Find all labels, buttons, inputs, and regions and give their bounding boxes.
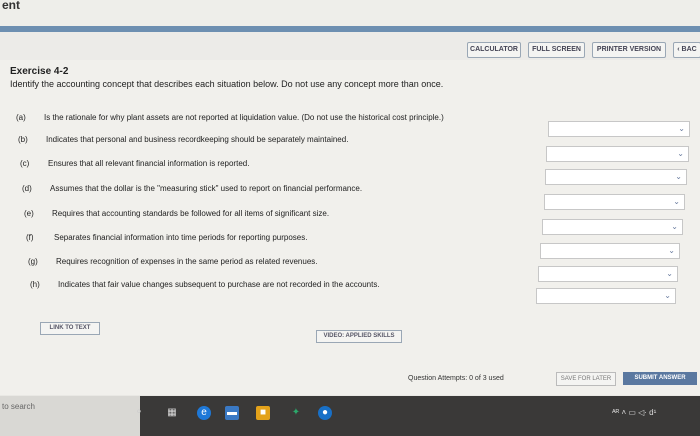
chevron-down-icon: ⌄ [675, 172, 682, 181]
file-explorer-icon[interactable]: ▬ [225, 406, 239, 420]
concept-select-f[interactable]: ⌄ [540, 243, 680, 259]
question-item-f: (f) Separates financial information into … [26, 233, 307, 242]
microphone-icon[interactable]: ⚬ [132, 406, 146, 420]
chevron-down-icon: ⌄ [673, 197, 680, 206]
item-letter: (f) [26, 233, 34, 242]
question-item-e: (e) Requires that accounting standards be… [24, 209, 329, 218]
question-item-b: (b) Indicates that personal and business … [18, 135, 348, 144]
question-item-h: (h) Indicates that fair value changes sub… [30, 280, 380, 289]
item-letter: (a) [16, 113, 26, 122]
item-letter: (b) [18, 135, 28, 144]
exercise-instruction: Identify the accounting concept that des… [10, 79, 444, 89]
window-title-fragment: ent [2, 0, 20, 12]
concept-select-d[interactable]: ⌄ [544, 194, 685, 210]
toolbar: CALCULATOR FULL SCREEN PRINTER VERSION ‹… [0, 32, 700, 61]
taskbar: to search ⚬ ▦ e ▬ ■ ✦ ● ᴬᴿ ˄ ▭ ◁· d¹ [0, 396, 700, 436]
chevron-down-icon: ⌄ [671, 222, 678, 231]
item-letter: (c) [20, 159, 30, 168]
system-tray[interactable]: ᴬᴿ ˄ ▭ ◁· d¹ [612, 408, 656, 417]
question-item-c: (c) Ensures that all relevant financial i… [20, 159, 249, 168]
concept-select-b[interactable]: ⌄ [546, 146, 689, 162]
chevron-down-icon: ⌄ [677, 149, 684, 158]
taskbar-search-box[interactable]: to search [0, 396, 140, 436]
taskbar-search-text: to search [2, 402, 35, 411]
chevron-down-icon: ⌄ [664, 291, 671, 300]
item-text: Separates financial information into tim… [54, 233, 308, 242]
link-to-text-button[interactable]: LINK TO TEXT [40, 322, 100, 335]
item-text: Indicates that fair value changes subseq… [58, 280, 380, 289]
back-button[interactable]: ‹ BAC [673, 42, 700, 58]
concept-select-c[interactable]: ⌄ [545, 169, 687, 185]
question-attempts: Question Attempts: 0 of 3 used [408, 375, 504, 382]
chrome-icon[interactable]: ● [318, 406, 332, 420]
item-text: Ensures that all relevant financial info… [48, 159, 250, 168]
chevron-down-icon: ⌄ [668, 246, 675, 255]
chevron-down-icon: ⌄ [666, 269, 673, 278]
question-item-g: (g) Requires recognition of expenses in t… [28, 257, 318, 266]
question-item-a: (a) Is the rationale for why plant assets… [16, 113, 444, 122]
concept-select-a[interactable]: ⌄ [548, 121, 690, 137]
printer-version-button[interactable]: PRINTER VERSION [592, 42, 666, 58]
exercise-title: Exercise 4-2 [10, 66, 69, 77]
task-view-icon[interactable]: ▦ [165, 406, 179, 420]
concept-select-e[interactable]: ⌄ [542, 219, 683, 235]
question-item-d: (d) Assumes that the dollar is the "measu… [22, 184, 362, 193]
save-for-later-button[interactable]: SAVE FOR LATER [556, 372, 616, 386]
edge-icon[interactable]: e [197, 406, 211, 420]
video-applied-skills-button[interactable]: VIDEO: APPLIED SKILLS [316, 330, 402, 343]
item-letter: (e) [24, 209, 34, 218]
app-icon[interactable]: ✦ [289, 406, 303, 420]
item-letter: (g) [28, 257, 38, 266]
item-text: Requires recognition of expenses in the … [56, 257, 318, 266]
item-text: Indicates that personal and business rec… [46, 135, 349, 144]
full-screen-button[interactable]: FULL SCREEN [528, 42, 585, 58]
item-text: Assumes that the dollar is the "measurin… [50, 184, 363, 193]
item-text: Requires that accounting standards be fo… [52, 209, 330, 218]
item-letter: (h) [30, 280, 40, 289]
calculator-button[interactable]: CALCULATOR [467, 42, 521, 58]
item-letter: (d) [22, 184, 32, 193]
item-text: Is the rationale for why plant assets ar… [44, 113, 444, 122]
chevron-down-icon: ⌄ [678, 124, 685, 133]
concept-select-g[interactable]: ⌄ [538, 266, 678, 282]
store-icon[interactable]: ■ [256, 406, 270, 420]
submit-answer-button[interactable]: SUBMIT ANSWER [623, 372, 697, 385]
concept-select-h[interactable]: ⌄ [536, 288, 676, 304]
